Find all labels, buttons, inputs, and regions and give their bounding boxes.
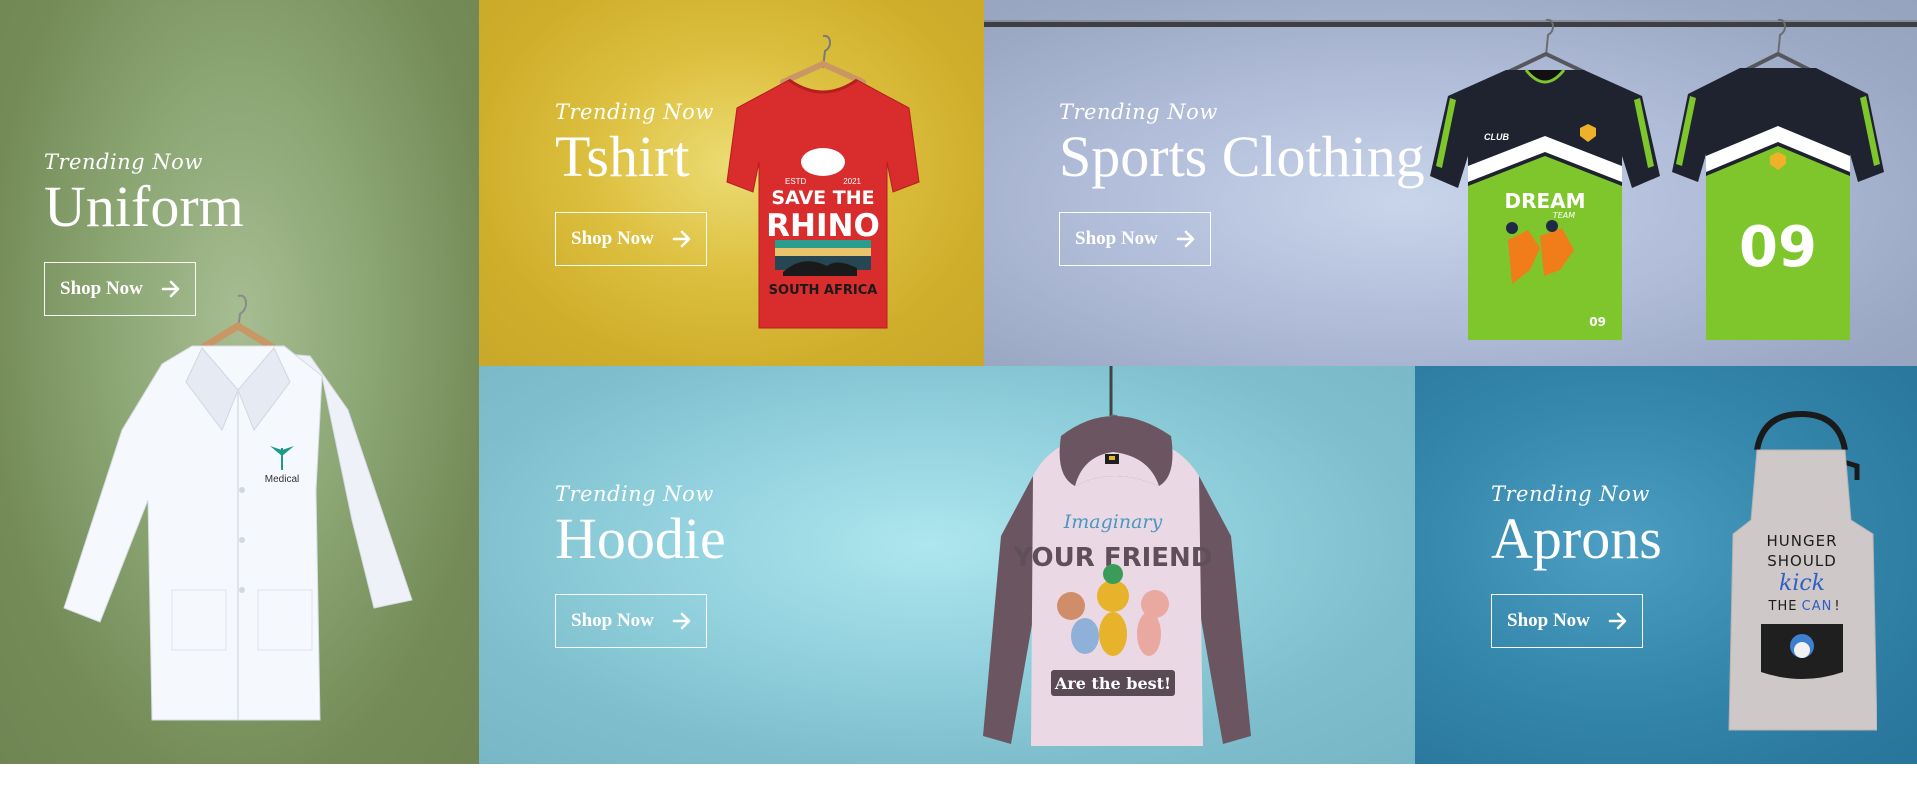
shop-now-label: Shop Now	[571, 609, 654, 631]
arrow-right-icon	[672, 612, 691, 630]
banner-tshirt-copy: Trending Now Tshirt Shop Now	[555, 102, 714, 266]
lab-coat-image: Medical	[63, 294, 413, 721]
trending-now-label: Trending Now	[555, 482, 714, 506]
shop-now-button[interactable]: Shop Now	[555, 211, 707, 266]
banner-title: Aprons	[1491, 506, 1662, 571]
shop-now-label: Shop Now	[60, 277, 143, 299]
hoodie-print-are-the-best: Are the best!	[1054, 674, 1171, 693]
print-save-the: SAVE THE	[771, 187, 874, 209]
banner-aprons[interactable]: Trending Now Aprons Shop Now HUNGER SHOU…	[1415, 366, 1917, 764]
print-estd: ESTD	[785, 177, 807, 186]
banner-title: Tshirt	[555, 124, 690, 189]
arrow-right-icon	[1176, 230, 1195, 248]
banner-hoodie-copy: Trending Now Hoodie Shop Now	[555, 484, 726, 648]
trending-now-label: Trending Now	[1059, 100, 1218, 124]
sports-jersey-back-image: 09	[1672, 18, 1884, 340]
trending-now-label: Trending Now	[1491, 482, 1650, 506]
banner-tshirt[interactable]: Trending Now Tshirt Shop Now ESTD 2021 S…	[479, 0, 984, 366]
print-year: 2021	[843, 177, 861, 186]
jersey-back-number: 09	[1739, 215, 1817, 280]
jersey-print-team: TEAM	[1553, 211, 1575, 220]
banner-sports-clothing[interactable]: Trending Now Sports Clothing Shop Now CL…	[984, 0, 1917, 366]
jersey-club-label: CLUB	[1484, 132, 1509, 142]
shop-now-button[interactable]: Shop Now	[44, 261, 196, 316]
banner-uniform[interactable]: Trending Now Uniform Shop Now Medical	[0, 0, 479, 764]
arrow-right-icon	[1608, 612, 1627, 630]
hoodie-print-imaginary: Imaginary	[1063, 511, 1163, 533]
shop-now-label: Shop Now	[1507, 609, 1590, 631]
arrow-right-icon	[161, 280, 180, 298]
shop-now-button[interactable]: Shop Now	[1059, 211, 1211, 266]
banner-title: Hoodie	[555, 506, 726, 571]
apron-print-hunger: HUNGER	[1766, 532, 1837, 550]
banner-uniform-copy: Trending Now Uniform Shop Now	[44, 152, 244, 316]
banner-hoodie[interactable]: Trending Now Hoodie Shop Now Imaginary Y…	[479, 366, 1415, 764]
banner-title: Uniform	[44, 174, 244, 239]
banner-title: Sports Clothing	[1059, 124, 1425, 189]
shop-now-button[interactable]: Shop Now	[1491, 593, 1643, 648]
red-tshirt-image: ESTD 2021 SAVE THE RHINO SOUTH AFRICA	[726, 34, 920, 329]
coat-badge-text: Medical	[265, 474, 299, 485]
trending-now-label: Trending Now	[44, 150, 203, 174]
jersey-small-number: 09	[1589, 315, 1606, 329]
print-rhino: RHINO	[766, 208, 880, 244]
shop-now-button[interactable]: Shop Now	[555, 593, 707, 648]
print-south-africa: SOUTH AFRICA	[769, 283, 878, 298]
arrow-right-icon	[672, 230, 691, 248]
apron-print-should: SHOULD	[1767, 552, 1837, 570]
apron-print-the: THE	[1768, 599, 1798, 614]
shop-now-label: Shop Now	[1075, 227, 1158, 249]
apron-print-can: CAN	[1802, 599, 1833, 614]
apron-print-exclaim: !	[1834, 599, 1839, 614]
sports-jersey-front-image: CLUB DREAM TEAM 09	[1430, 18, 1660, 340]
jersey-print-dream: DREAM	[1504, 189, 1585, 213]
apron-print-kick: kick	[1779, 571, 1825, 596]
category-banner-grid: Trending Now Uniform Shop Now Medical Tr…	[0, 0, 1917, 764]
banner-sports-copy: Trending Now Sports Clothing Shop Now	[1059, 102, 1425, 266]
trending-now-label: Trending Now	[555, 100, 714, 124]
shop-now-label: Shop Now	[571, 227, 654, 249]
apron-image: HUNGER SHOULD kick THE CAN !	[1728, 410, 1877, 731]
hoodie-image: Imaginary YOUR FRIEND Are the best!	[983, 366, 1251, 746]
banner-aprons-copy: Trending Now Aprons Shop Now	[1491, 484, 1662, 648]
